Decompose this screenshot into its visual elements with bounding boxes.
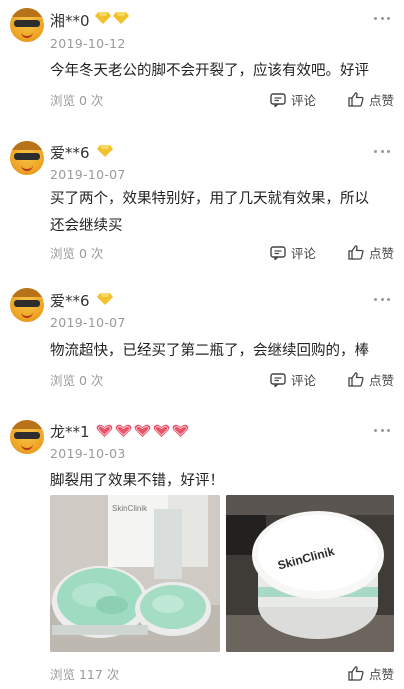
heart-icon (153, 424, 170, 438)
thumbs-up-icon (348, 372, 364, 387)
comment-bubble-icon (270, 372, 286, 387)
review-item: 爱**6 2019-10-07 买了两个，效果特别好，用了几天就有效果，所以 还… (0, 125, 404, 275)
like-label: 点赞 (369, 373, 395, 388)
like-button[interactable]: 点赞 (348, 90, 394, 109)
review-text-line: 买了两个，效果特别好，用了几天就有效果，所以 (50, 191, 369, 207)
username[interactable]: 爱**6 (50, 142, 90, 163)
heart-icon (172, 424, 189, 438)
view-count: 浏览 0 次 (50, 246, 104, 261)
review-photo[interactable]: SkinClinik (50, 495, 220, 652)
comment-button[interactable]: 评论 (270, 90, 316, 109)
review-date: 2019-10-12 (50, 36, 126, 51)
like-label: 点赞 (369, 246, 395, 261)
avatar[interactable] (10, 8, 44, 42)
thumbs-up-icon (348, 666, 364, 681)
like-label: 点赞 (369, 93, 395, 108)
diamond-icon (97, 145, 113, 157)
review-footer: 浏览 117 次 点赞 (50, 664, 394, 684)
comment-label: 评论 (291, 93, 317, 108)
comment-label: 评论 (291, 373, 317, 388)
more-dots-icon[interactable] (374, 429, 390, 433)
comment-button[interactable]: 评论 (270, 243, 316, 262)
like-button[interactable]: 点赞 (348, 370, 394, 389)
review-date: 2019-10-07 (50, 167, 126, 182)
like-button[interactable]: 点赞 (348, 243, 394, 262)
review-footer: 浏览 0 次 评论 点赞 (50, 370, 394, 390)
review-footer: 浏览 0 次 评论 点赞 (50, 90, 394, 110)
view-count: 浏览 0 次 (50, 93, 104, 108)
thumbs-up-icon (348, 92, 364, 107)
more-dots-icon[interactable] (374, 17, 390, 21)
diamond-icon (113, 12, 129, 24)
product-photo-jar-lid: SkinClinik (226, 495, 394, 652)
username[interactable]: 龙**1 (50, 421, 90, 442)
like-label: 点赞 (369, 667, 395, 682)
avatar[interactable] (10, 288, 44, 322)
review-photo[interactable]: SkinClinik (226, 495, 394, 652)
comment-bubble-icon (270, 245, 286, 260)
review-footer: 浏览 0 次 评论 点赞 (50, 243, 394, 263)
product-brand: SkinClinik (112, 504, 148, 513)
view-count: 浏览 117 次 (50, 667, 120, 682)
comment-label: 评论 (291, 246, 317, 261)
thumbs-up-icon (348, 245, 364, 260)
product-photo-jars: SkinClinik (50, 495, 220, 652)
review-item: 爱**6 2019-10-07 物流超快，已经买了第二瓶了，会继续回购的，棒 浏… (0, 275, 404, 400)
avatar[interactable] (10, 141, 44, 175)
like-button[interactable]: 点赞 (348, 664, 394, 683)
review-text: 买了两个，效果特别好，用了几天就有效果，所以 还会继续买 (50, 186, 394, 240)
review-text: 物流超快，已经买了第二瓶了，会继续回购的，棒 (50, 343, 369, 359)
more-dots-icon[interactable] (374, 298, 390, 302)
view-count: 浏览 0 次 (50, 373, 104, 388)
user-badges (95, 12, 129, 24)
review-text: 脚裂用了效果不错，好评！ (50, 473, 224, 489)
comment-button[interactable]: 评论 (270, 370, 316, 389)
user-badges (97, 293, 113, 305)
heart-icon (96, 424, 113, 438)
heart-icon (134, 424, 151, 438)
avatar[interactable] (10, 420, 44, 454)
comment-bubble-icon (270, 92, 286, 107)
user-badges (97, 145, 113, 157)
diamond-icon (97, 293, 113, 305)
more-dots-icon[interactable] (374, 150, 390, 154)
username[interactable]: 爱**6 (50, 290, 90, 311)
review-text: 今年冬天老公的脚不会开裂了，应该有效吧。好评 (50, 63, 369, 79)
review-text-line: 还会继续买 (50, 218, 123, 234)
heart-icon (115, 424, 132, 438)
review-date: 2019-10-03 (50, 446, 126, 461)
review-item: 湘**0 2019-10-12 今年冬天老公的脚不会开裂了，应该有效吧。好评 浏… (0, 0, 404, 125)
diamond-icon (95, 12, 111, 24)
username[interactable]: 湘**0 (50, 10, 90, 31)
review-date: 2019-10-07 (50, 315, 126, 330)
user-badges (96, 424, 189, 438)
